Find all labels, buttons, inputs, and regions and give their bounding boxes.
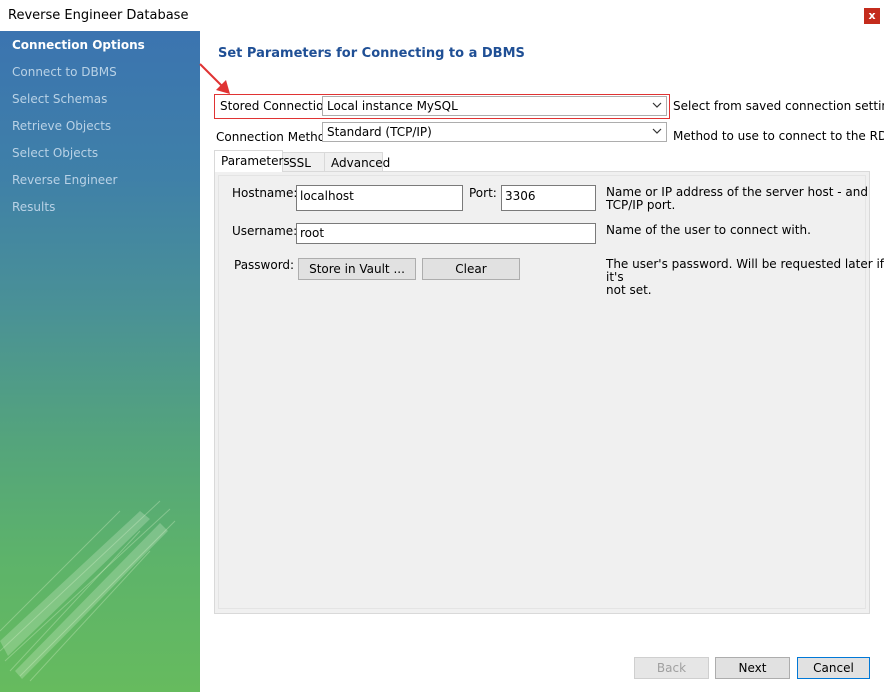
step-connection-options: Connection Options xyxy=(12,38,145,52)
step-results: Results xyxy=(12,200,56,214)
wizard-sidebar: Connection Options Connect to DBMS Selec… xyxy=(0,31,200,692)
clear-password-button[interactable]: Clear xyxy=(422,258,520,280)
connection-method-select[interactable]: Standard (TCP/IP) xyxy=(322,122,667,142)
page-heading: Set Parameters for Connecting to a DBMS xyxy=(218,46,525,61)
title-bar: Reverse Engineer Database x xyxy=(0,0,884,31)
password-description-line1: The user's password. Will be requested l… xyxy=(606,257,884,284)
connection-method-label: Connection Method: xyxy=(216,130,337,144)
port-input[interactable]: 3306 xyxy=(501,185,596,211)
stored-connection-select[interactable]: Local instance MySQL xyxy=(322,96,667,116)
step-retrieve-objects: Retrieve Objects xyxy=(12,119,112,133)
cancel-button[interactable]: Cancel xyxy=(797,657,870,679)
store-in-vault-button[interactable]: Store in Vault ... xyxy=(298,258,416,280)
connection-method-hint: Method to use to connect to the RDBMS xyxy=(673,129,884,143)
close-button[interactable]: x xyxy=(864,8,880,24)
tab-advanced[interactable]: Advanced xyxy=(324,152,390,172)
connection-method-value: Standard (TCP/IP) xyxy=(327,125,432,139)
password-description: The user's password. Will be requested l… xyxy=(606,258,884,297)
stored-connection-hint: Select from saved connection settings xyxy=(673,99,884,113)
password-description-line2: not set. xyxy=(606,283,652,297)
hostname-description-line2: TCP/IP port. xyxy=(606,198,676,212)
hostname-description: Name or IP address of the server host - … xyxy=(606,186,868,212)
hostname-input[interactable]: localhost xyxy=(296,185,463,211)
window-title: Reverse Engineer Database xyxy=(8,8,189,23)
username-description: Name of the user to connect with. xyxy=(606,223,811,237)
hostname-label: Hostname: xyxy=(232,186,298,200)
stored-connection-value: Local instance MySQL xyxy=(327,99,458,113)
username-input[interactable]: root xyxy=(296,223,596,244)
port-label: Port: xyxy=(469,186,497,200)
username-label: Username: xyxy=(232,224,298,238)
password-label: Password: xyxy=(234,258,295,272)
back-button[interactable]: Back xyxy=(634,657,709,679)
step-reverse-engineer: Reverse Engineer xyxy=(12,173,118,187)
stored-connection-label: Stored Connection: xyxy=(220,99,336,113)
next-button[interactable]: Next xyxy=(715,657,790,679)
chevron-down-icon xyxy=(652,102,662,108)
step-connect-to-dbms: Connect to DBMS xyxy=(12,65,117,79)
chevron-down-icon xyxy=(652,128,662,134)
tab-parameters[interactable]: Parameters xyxy=(214,150,290,172)
step-select-schemas: Select Schemas xyxy=(12,92,108,106)
step-select-objects: Select Objects xyxy=(12,146,99,160)
